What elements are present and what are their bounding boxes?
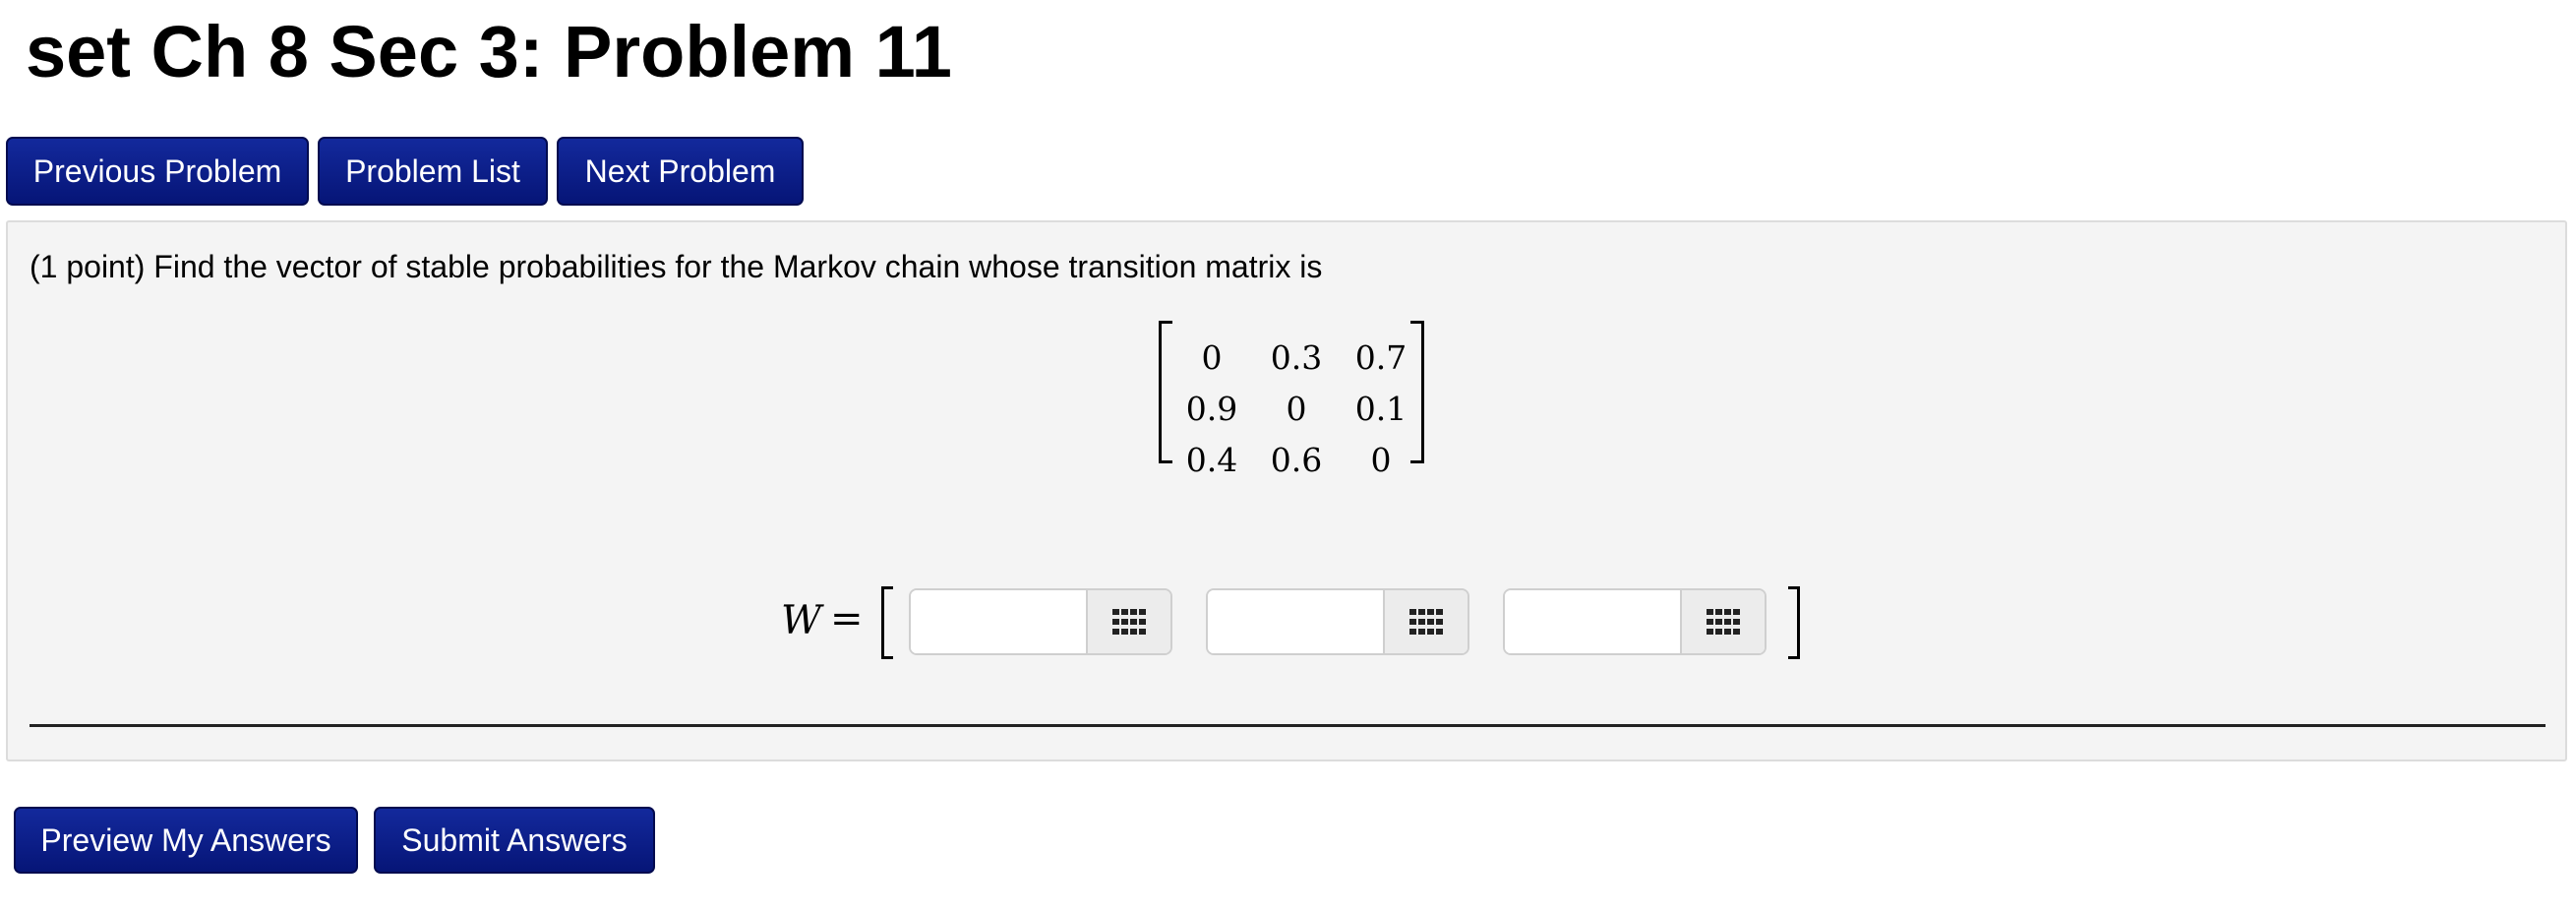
matrix-cell: 0.6 [1270, 441, 1323, 479]
grid-keypad-icon [1112, 609, 1146, 635]
answer-input-3[interactable] [1505, 590, 1680, 653]
matrix-cell: 0.9 [1185, 390, 1238, 428]
equals-sign: = [830, 596, 864, 641]
next-problem-button[interactable]: Next Problem [557, 137, 804, 206]
problem-container: (1 point) Find the vector of stable prob… [6, 220, 2567, 761]
problem-statement: (1 point) Find the vector of stable prob… [30, 249, 1323, 284]
matrix-cell: 0.1 [1354, 390, 1408, 428]
grid-keypad-icon [1409, 609, 1443, 635]
problem-divider [30, 724, 2546, 727]
matrix-cell: 0 [1201, 338, 1223, 377]
keypad-button[interactable] [1383, 590, 1468, 653]
answer-field-group [909, 588, 1172, 655]
answer-variable-label: W [781, 598, 822, 643]
answer-field-group [1503, 588, 1767, 655]
answer-row: W = [775, 586, 1818, 659]
matrix-cell: 0.3 [1270, 338, 1323, 377]
matrix-cell: 0.7 [1354, 338, 1408, 377]
matrix-cell: 0 [1370, 441, 1392, 479]
submit-answers-button[interactable]: Submit Answers [374, 807, 655, 874]
matrix-cell: 0.4 [1185, 441, 1238, 479]
keypad-button[interactable] [1680, 590, 1765, 653]
grid-keypad-icon [1707, 609, 1740, 635]
problem-list-button[interactable]: Problem List [318, 137, 548, 206]
answer-input-2[interactable] [1208, 590, 1383, 653]
answer-input-1[interactable] [911, 590, 1086, 653]
keypad-button[interactable] [1086, 590, 1170, 653]
answer-left-bracket [881, 586, 893, 659]
preview-answers-button[interactable]: Preview My Answers [14, 807, 358, 874]
matrix-cell: 0 [1286, 390, 1307, 428]
transition-matrix: 0 0.3 0.7 0.9 0 0.1 0.4 0.6 0 [1159, 321, 1424, 479]
matrix-left-bracket [1159, 321, 1172, 463]
answer-right-bracket [1788, 586, 1800, 659]
answer-field-group [1206, 588, 1469, 655]
page-title: set Ch 8 Sec 3: Problem 11 [26, 11, 952, 92]
previous-problem-button[interactable]: Previous Problem [6, 137, 309, 206]
